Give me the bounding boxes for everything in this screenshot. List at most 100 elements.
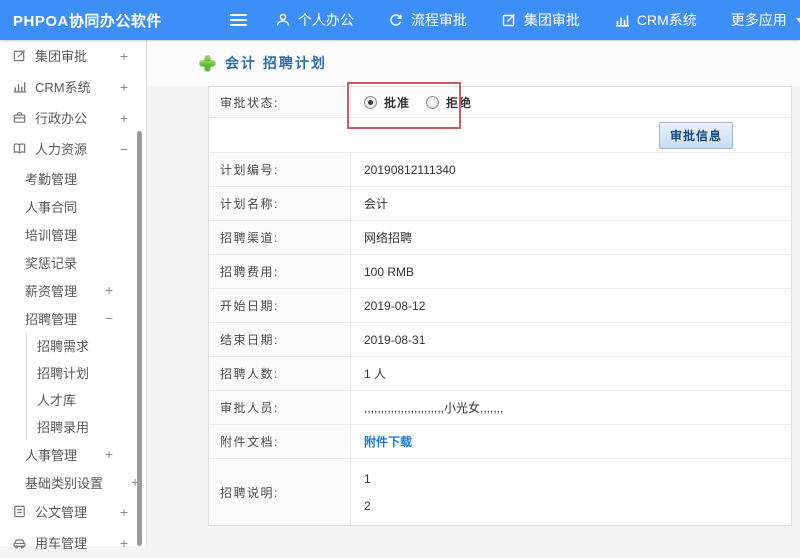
field-value: 网络招聘 bbox=[351, 221, 791, 254]
doc-icon bbox=[12, 504, 27, 519]
nav-label: 个人办公 bbox=[298, 10, 354, 30]
sidebar-item-talent-pool[interactable]: 人才库 bbox=[27, 386, 146, 413]
sidebar-item-hr-contract[interactable]: 人事合同 bbox=[0, 192, 146, 220]
expand-icon: − bbox=[105, 310, 113, 326]
sidebar-item-label: 培训管理 bbox=[25, 225, 77, 244]
field-label: 审批人员: bbox=[209, 391, 351, 424]
attachment-download-link[interactable]: 附件下载 bbox=[364, 433, 412, 450]
form-row-actions: 审批信息 bbox=[209, 118, 791, 153]
field-value: 会计 bbox=[351, 187, 791, 220]
car-icon bbox=[12, 535, 27, 550]
expand-icon: + bbox=[120, 110, 128, 126]
form-row-attachment: 附件文档: 附件下载 bbox=[209, 425, 791, 459]
nav-label: 更多应用 bbox=[731, 10, 787, 30]
form-row-cost: 招聘费用: 100 RMB bbox=[209, 255, 791, 289]
form-row-channel: 招聘渠道: 网络招聘 bbox=[209, 221, 791, 255]
approval-status-radio-group: 批准 拒绝 bbox=[364, 94, 472, 111]
sidebar-item-label: 招聘需求 bbox=[37, 336, 89, 355]
sidebar-item-rewards[interactable]: 奖惩记录 bbox=[0, 248, 146, 276]
radio-reject[interactable]: 拒绝 bbox=[426, 94, 472, 111]
field-label: 附件文档: bbox=[209, 425, 351, 458]
recruit-submenu: 招聘需求 招聘计划 人才库 招聘录用 bbox=[26, 332, 146, 440]
sidebar-item-label: 人事管理 bbox=[25, 445, 77, 464]
sidebar-item-group-approval[interactable]: 集团审批 + bbox=[0, 40, 146, 71]
sidebar-item-vehicle-mgmt[interactable]: 用车管理 + bbox=[0, 527, 146, 558]
top-navigation: 个人办公 流程审批 集团审批 CRM系统 更多应用 bbox=[275, 10, 800, 30]
sidebar-item-recruit-plan[interactable]: 招聘计划 bbox=[27, 359, 146, 386]
radio-label[interactable]: 批准 bbox=[384, 94, 410, 111]
expand-icon: − bbox=[120, 141, 128, 157]
book-icon bbox=[12, 141, 27, 156]
expand-icon: + bbox=[120, 535, 128, 551]
expand-icon: + bbox=[120, 79, 128, 95]
field-value: 附件下载 bbox=[351, 425, 791, 458]
sidebar-item-attendance[interactable]: 考勤管理 bbox=[0, 164, 146, 192]
edit-icon bbox=[501, 12, 517, 28]
sidebar-item-personnel-mgmt[interactable]: 人事管理 + bbox=[0, 440, 146, 468]
sidebar: 集团审批 + CRM系统 + 行政办公 + 人力资源 − 考勤管理 人事合同 培… bbox=[0, 40, 147, 546]
field-value: 2019-08-12 bbox=[351, 289, 791, 322]
sidebar-item-label: CRM系统 bbox=[35, 77, 91, 96]
radio-approve[interactable]: 批准 bbox=[364, 94, 410, 111]
nav-crm[interactable]: CRM系统 bbox=[614, 10, 697, 30]
sidebar-item-crm[interactable]: CRM系统 + bbox=[0, 71, 146, 102]
chart-icon bbox=[614, 12, 630, 28]
radio-label[interactable]: 拒绝 bbox=[446, 94, 472, 111]
expand-icon: + bbox=[120, 504, 128, 520]
field-label: 计划编号: bbox=[209, 153, 351, 186]
form-row-plan-name: 计划名称: 会计 bbox=[209, 187, 791, 221]
sidebar-item-label: 招聘计划 bbox=[37, 363, 89, 382]
sidebar-item-label: 招聘录用 bbox=[37, 417, 89, 436]
hamburger-icon[interactable] bbox=[228, 10, 249, 30]
radio-checked-icon[interactable] bbox=[364, 96, 377, 109]
sidebar-item-hr[interactable]: 人力资源 − bbox=[0, 133, 146, 164]
approval-info-button[interactable]: 审批信息 bbox=[659, 122, 733, 149]
expand-icon: + bbox=[105, 282, 113, 298]
sidebar-item-label: 公文管理 bbox=[35, 502, 87, 521]
sidebar-item-recruit-hire[interactable]: 招聘录用 bbox=[27, 413, 146, 440]
sidebar-item-document-mgmt[interactable]: 公文管理 + bbox=[0, 496, 146, 527]
nav-label: 集团审批 bbox=[524, 10, 580, 30]
form-row-description: 招聘说明: 1 2 bbox=[209, 459, 791, 525]
sidebar-item-base-category[interactable]: 基础类别设置 + bbox=[0, 468, 146, 496]
process-icon bbox=[388, 12, 404, 28]
field-label: 开始日期: bbox=[209, 289, 351, 322]
briefcase-icon bbox=[12, 110, 27, 125]
field-label: 招聘人数: bbox=[209, 357, 351, 390]
edit-icon bbox=[12, 48, 27, 63]
form-row-status: 审批状态: 批准 拒绝 bbox=[209, 87, 791, 118]
sidebar-scrollbar[interactable] bbox=[137, 131, 142, 546]
user-icon bbox=[275, 12, 291, 28]
sidebar-item-label: 招聘管理 bbox=[25, 309, 77, 328]
main-content: 会计 招聘计划 审批状态: 批准 拒绝 审批信息 bbox=[147, 40, 800, 546]
nav-personal-office[interactable]: 个人办公 bbox=[275, 10, 354, 30]
form-row-plan-number: 计划编号: 20190812111340 bbox=[209, 153, 791, 187]
app-logo: PHPOA协同办公软件 bbox=[0, 10, 162, 31]
nav-process-approval[interactable]: 流程审批 bbox=[388, 10, 467, 30]
sidebar-item-label: 人事合同 bbox=[25, 197, 77, 216]
sidebar-item-recruit-demand[interactable]: 招聘需求 bbox=[27, 332, 146, 359]
sidebar-item-label: 奖惩记录 bbox=[25, 253, 77, 272]
description-line: 1 bbox=[364, 472, 371, 486]
sidebar-item-label: 考勤管理 bbox=[25, 169, 77, 188]
radio-unchecked-icon[interactable] bbox=[426, 96, 439, 109]
field-value: 1 人 bbox=[351, 357, 791, 390]
nav-label: 流程审批 bbox=[411, 10, 467, 30]
form-row-headcount: 招聘人数: 1 人 bbox=[209, 357, 791, 391]
sidebar-item-label: 行政办公 bbox=[35, 108, 87, 127]
field-label: 招聘说明: bbox=[209, 459, 351, 525]
nav-label: CRM系统 bbox=[637, 10, 697, 30]
sidebar-item-salary[interactable]: 薪资管理 + bbox=[0, 276, 146, 304]
sidebar-item-training[interactable]: 培训管理 bbox=[0, 220, 146, 248]
field-value: 批准 拒绝 bbox=[351, 87, 791, 117]
form-row-approvers: 审批人员: ,,,,,,,,,,,,,,,,,,,,,,,,小光女,,,,,,, bbox=[209, 391, 791, 425]
sidebar-item-label: 人才库 bbox=[37, 390, 76, 409]
nav-group-approval[interactable]: 集团审批 bbox=[501, 10, 580, 30]
sidebar-item-admin-office[interactable]: 行政办公 + bbox=[0, 102, 146, 133]
field-value: 20190812111340 bbox=[351, 153, 791, 186]
field-value: 1 2 bbox=[351, 459, 791, 525]
field-label: 计划名称: bbox=[209, 187, 351, 220]
sidebar-item-recruit-mgmt[interactable]: 招聘管理 − bbox=[0, 304, 146, 332]
content-header: 会计 招聘计划 bbox=[147, 40, 800, 86]
nav-more-apps[interactable]: 更多应用 bbox=[731, 10, 800, 30]
